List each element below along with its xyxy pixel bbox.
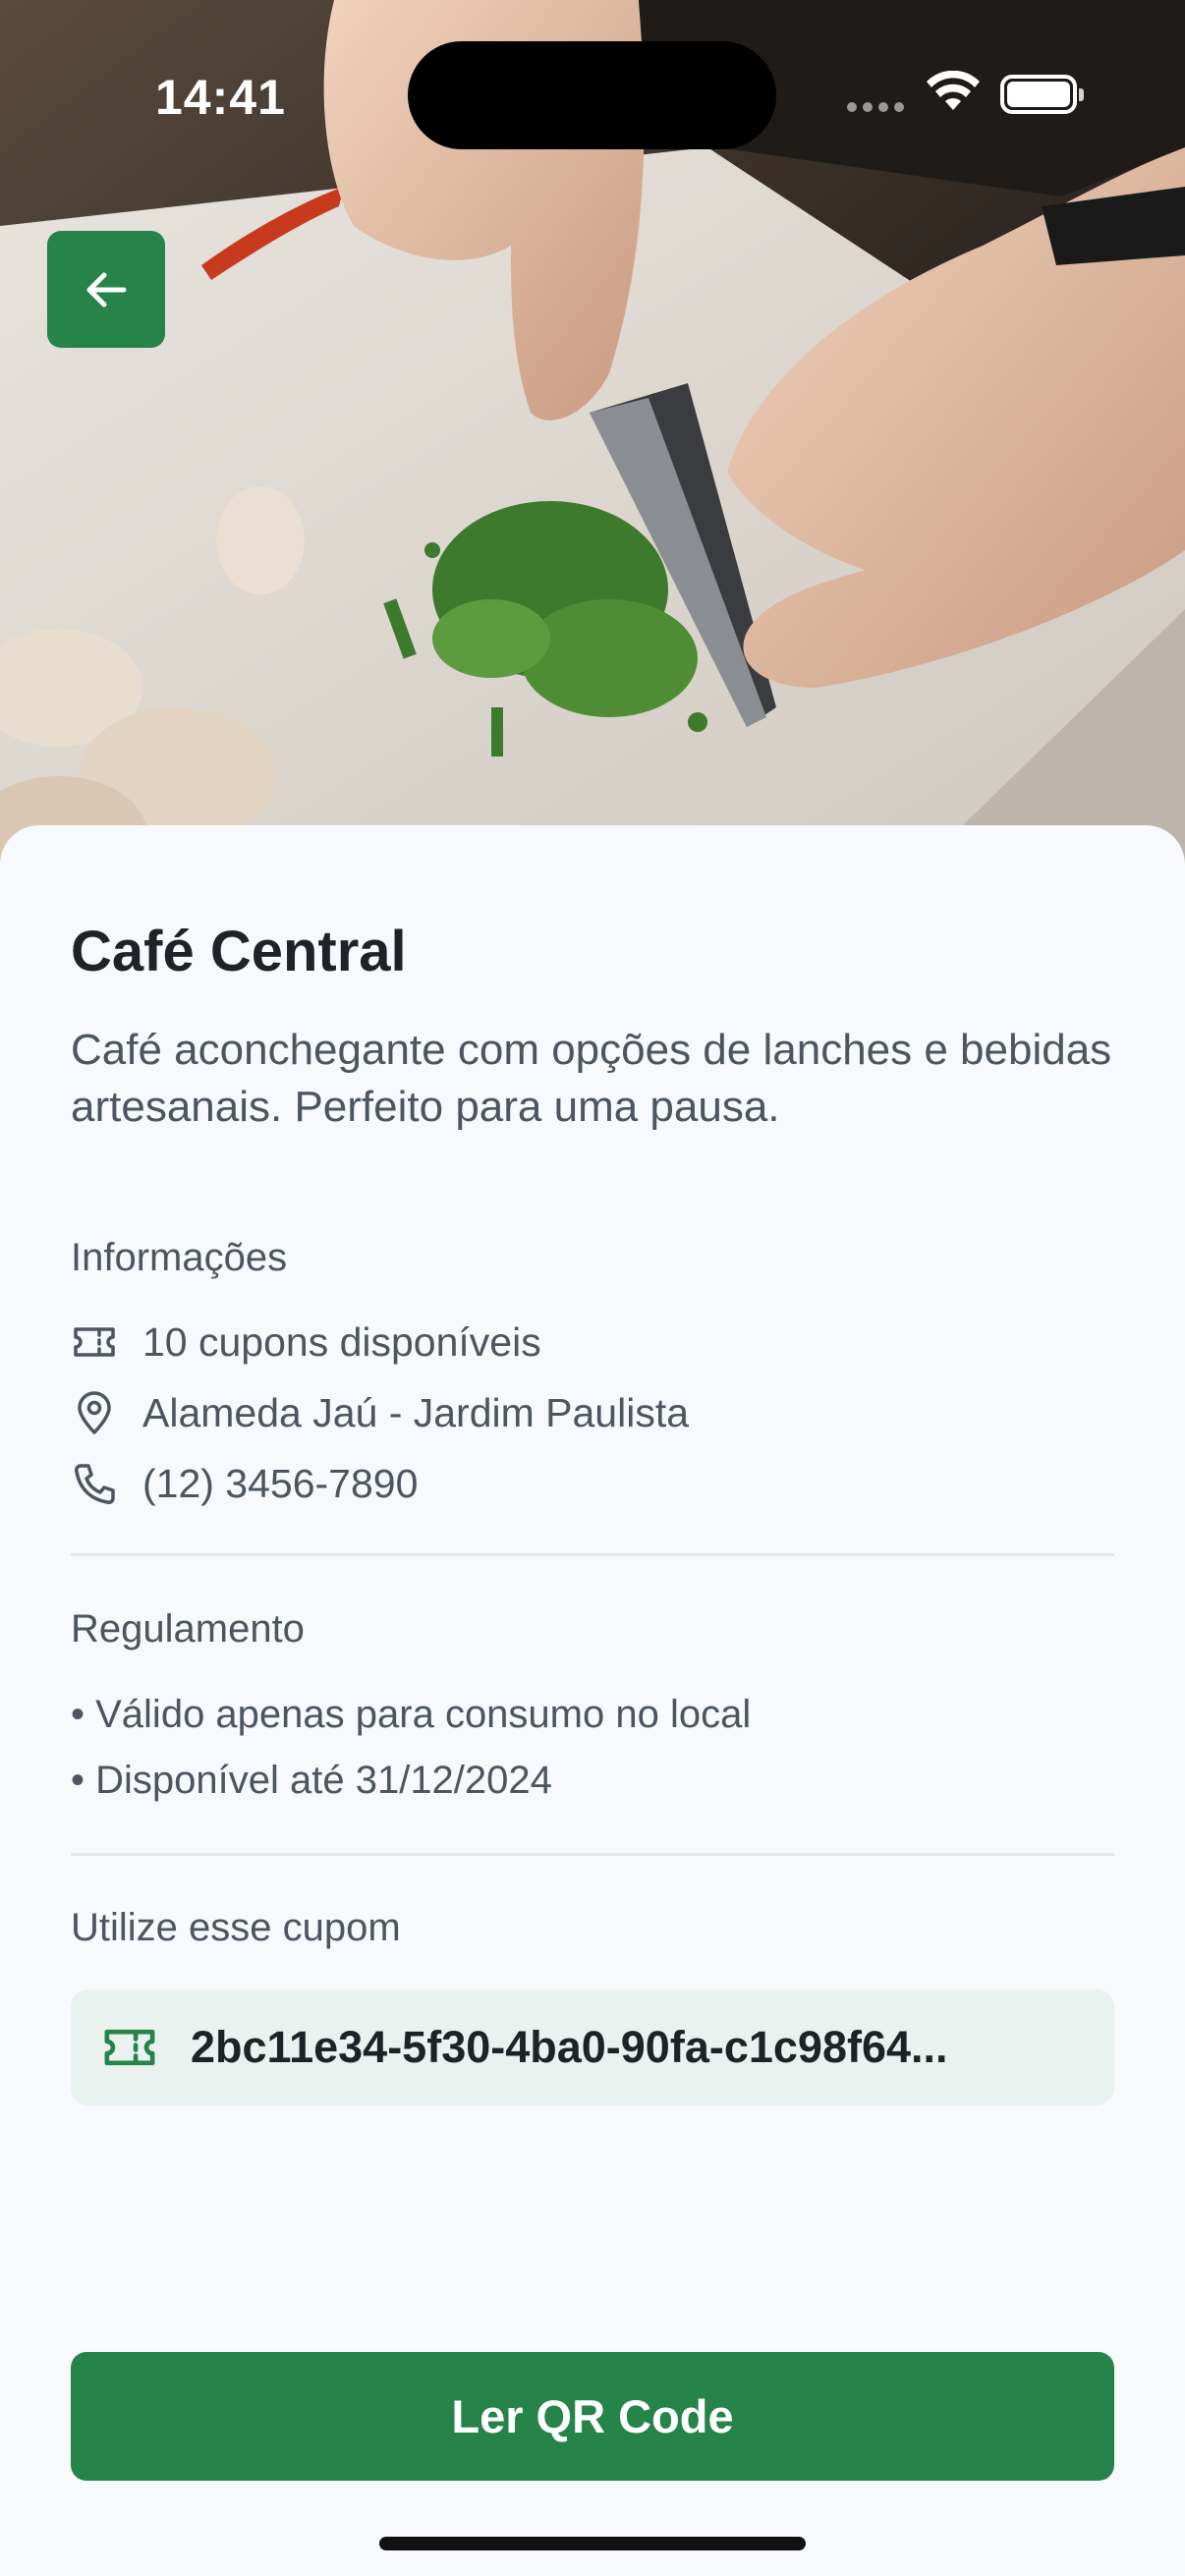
info-item-address[interactable]: Alameda Jaú - Jardim Paulista (71, 1389, 689, 1436)
coupon-code: 2bc11e34-5f30-4ba0-90fa-c1c98f64... (191, 2022, 948, 2072)
info-item-label: 10 cupons disponíveis (142, 1318, 541, 1365)
ticket-icon (71, 1318, 118, 1366)
cellular-signal-icon (847, 102, 904, 112)
phone-icon (71, 1460, 118, 1507)
divider (71, 1853, 1114, 1856)
place-description: Café aconchegante com opções de lanches … (71, 1026, 1112, 1131)
status-bar: 14:41 (0, 0, 1185, 187)
info-item-phone[interactable]: (12) 3456-7890 (71, 1460, 418, 1507)
wifi-icon (927, 71, 980, 110)
info-item-coupons: 10 cupons disponíveis (71, 1318, 541, 1366)
dynamic-island (408, 41, 776, 149)
back-button[interactable] (47, 231, 165, 348)
info-item-label: Alameda Jaú - Jardim Paulista (142, 1389, 690, 1435)
location-pin-icon (71, 1389, 118, 1436)
rule-item: • Disponível até 31/12/2024 (71, 1759, 552, 1802)
arrow-left-icon (86, 272, 127, 307)
divider (71, 1553, 1114, 1556)
place-title: Café Central (71, 920, 407, 983)
coupon-code-box[interactable]: 2bc11e34-5f30-4ba0-90fa-c1c98f64... (71, 1989, 1114, 2105)
rule-item: • Válido apenas para consumo no local (71, 1693, 752, 1736)
rules-heading: Regulamento (71, 1607, 305, 1651)
home-indicator (379, 2537, 806, 2550)
scan-qr-code-button[interactable]: Ler QR Code (71, 2352, 1114, 2481)
coupon-heading: Utilize esse cupom (71, 1906, 401, 1949)
battery-icon (1000, 75, 1084, 114)
info-heading: Informações (71, 1236, 288, 1279)
status-time: 14:41 (155, 70, 286, 125)
ticket-icon (100, 2018, 159, 2077)
info-item-label: (12) 3456-7890 (142, 1460, 419, 1506)
